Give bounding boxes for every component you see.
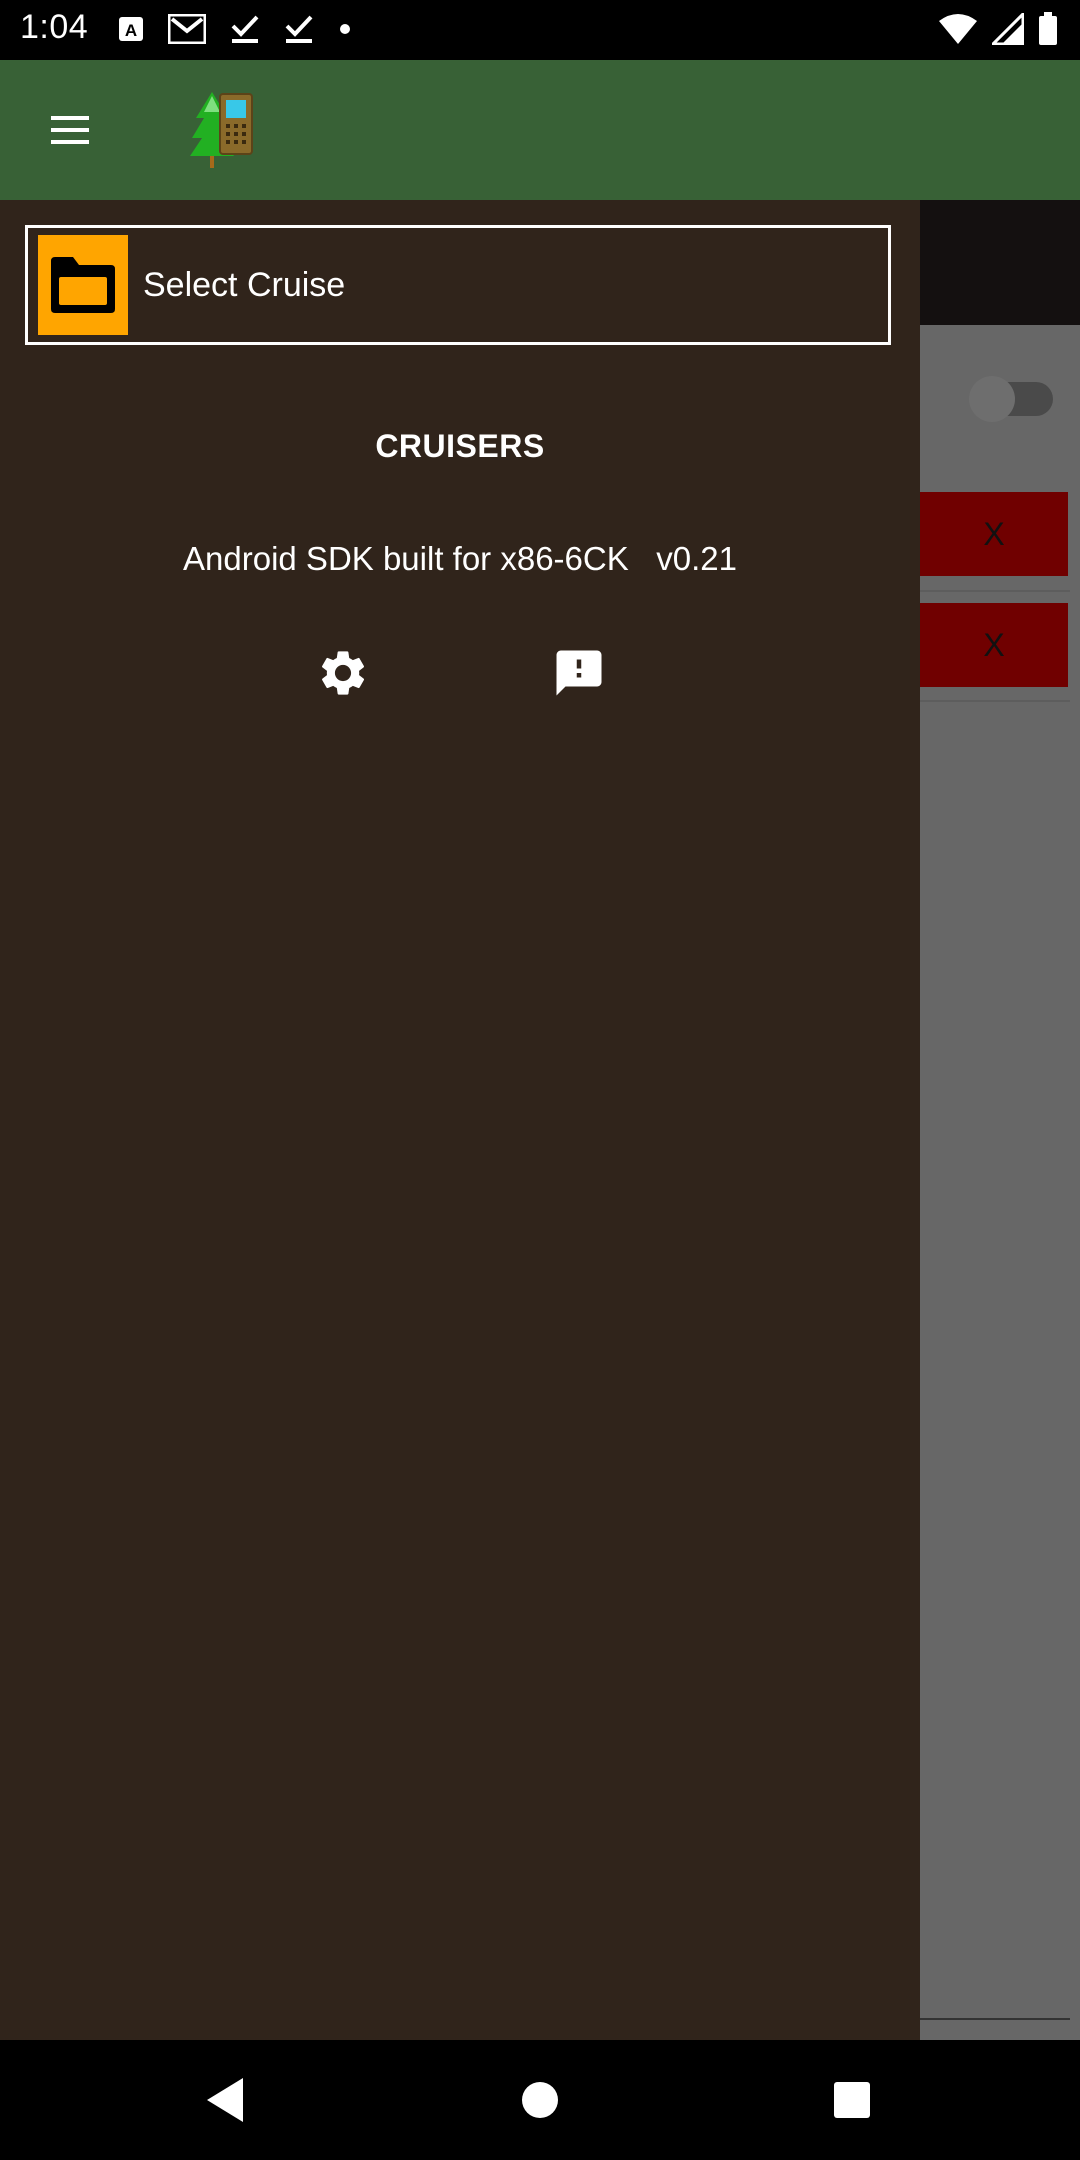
background-x-button: X <box>920 492 1068 576</box>
home-button[interactable] <box>510 2070 570 2130</box>
app-bar <box>0 60 1080 200</box>
app-logo <box>190 88 260 172</box>
folder-icon-box <box>38 235 128 335</box>
back-button[interactable] <box>195 2070 255 2130</box>
battery-icon <box>1038 12 1058 51</box>
tree-device-logo-icon <box>190 92 253 168</box>
download-done-icon <box>230 14 260 49</box>
background-bottom-line <box>920 2018 1070 2020</box>
feedback-icon <box>556 650 602 696</box>
recents-button[interactable] <box>822 2070 882 2130</box>
device-info: Android SDK built for x86-6CK v0.21 <box>183 540 737 577</box>
signal-icon <box>989 10 1025 50</box>
hamburger-menu-icon <box>51 116 89 144</box>
background-divider <box>920 700 1070 702</box>
back-icon <box>207 2078 243 2122</box>
select-cruise-button[interactable]: Select Cruise <box>25 225 891 345</box>
background-divider <box>920 590 1070 592</box>
select-cruise-label: Select Cruise <box>143 265 346 304</box>
background-toggle-knob <box>969 376 1015 422</box>
background-toggle <box>969 376 1053 422</box>
feedback-button[interactable] <box>548 642 610 704</box>
folder-icon <box>51 257 115 313</box>
system-icons <box>938 10 1058 51</box>
status-bar: 1:04 A <box>0 0 1080 60</box>
recents-icon <box>834 2082 870 2118</box>
background-x-button: X <box>920 603 1068 687</box>
status-time: 1:04 <box>20 8 89 46</box>
home-icon <box>522 2082 558 2118</box>
gmail-icon <box>167 13 207 49</box>
a-notification-icon: A <box>118 16 144 47</box>
menu-button[interactable] <box>36 100 104 160</box>
dot-icon <box>338 22 352 41</box>
notification-icons: A <box>118 13 352 49</box>
drawer-heading: CRUISERS <box>375 428 545 464</box>
svg-text:A: A <box>125 21 137 40</box>
system-navigation-bar <box>0 2040 1080 2160</box>
gear-icon <box>322 651 365 695</box>
download-done-icon <box>284 14 314 49</box>
settings-button[interactable] <box>312 642 374 704</box>
wifi-icon <box>938 13 978 50</box>
navigation-drawer: Select Cruise CRUISERS Android SDK built… <box>0 200 920 2040</box>
